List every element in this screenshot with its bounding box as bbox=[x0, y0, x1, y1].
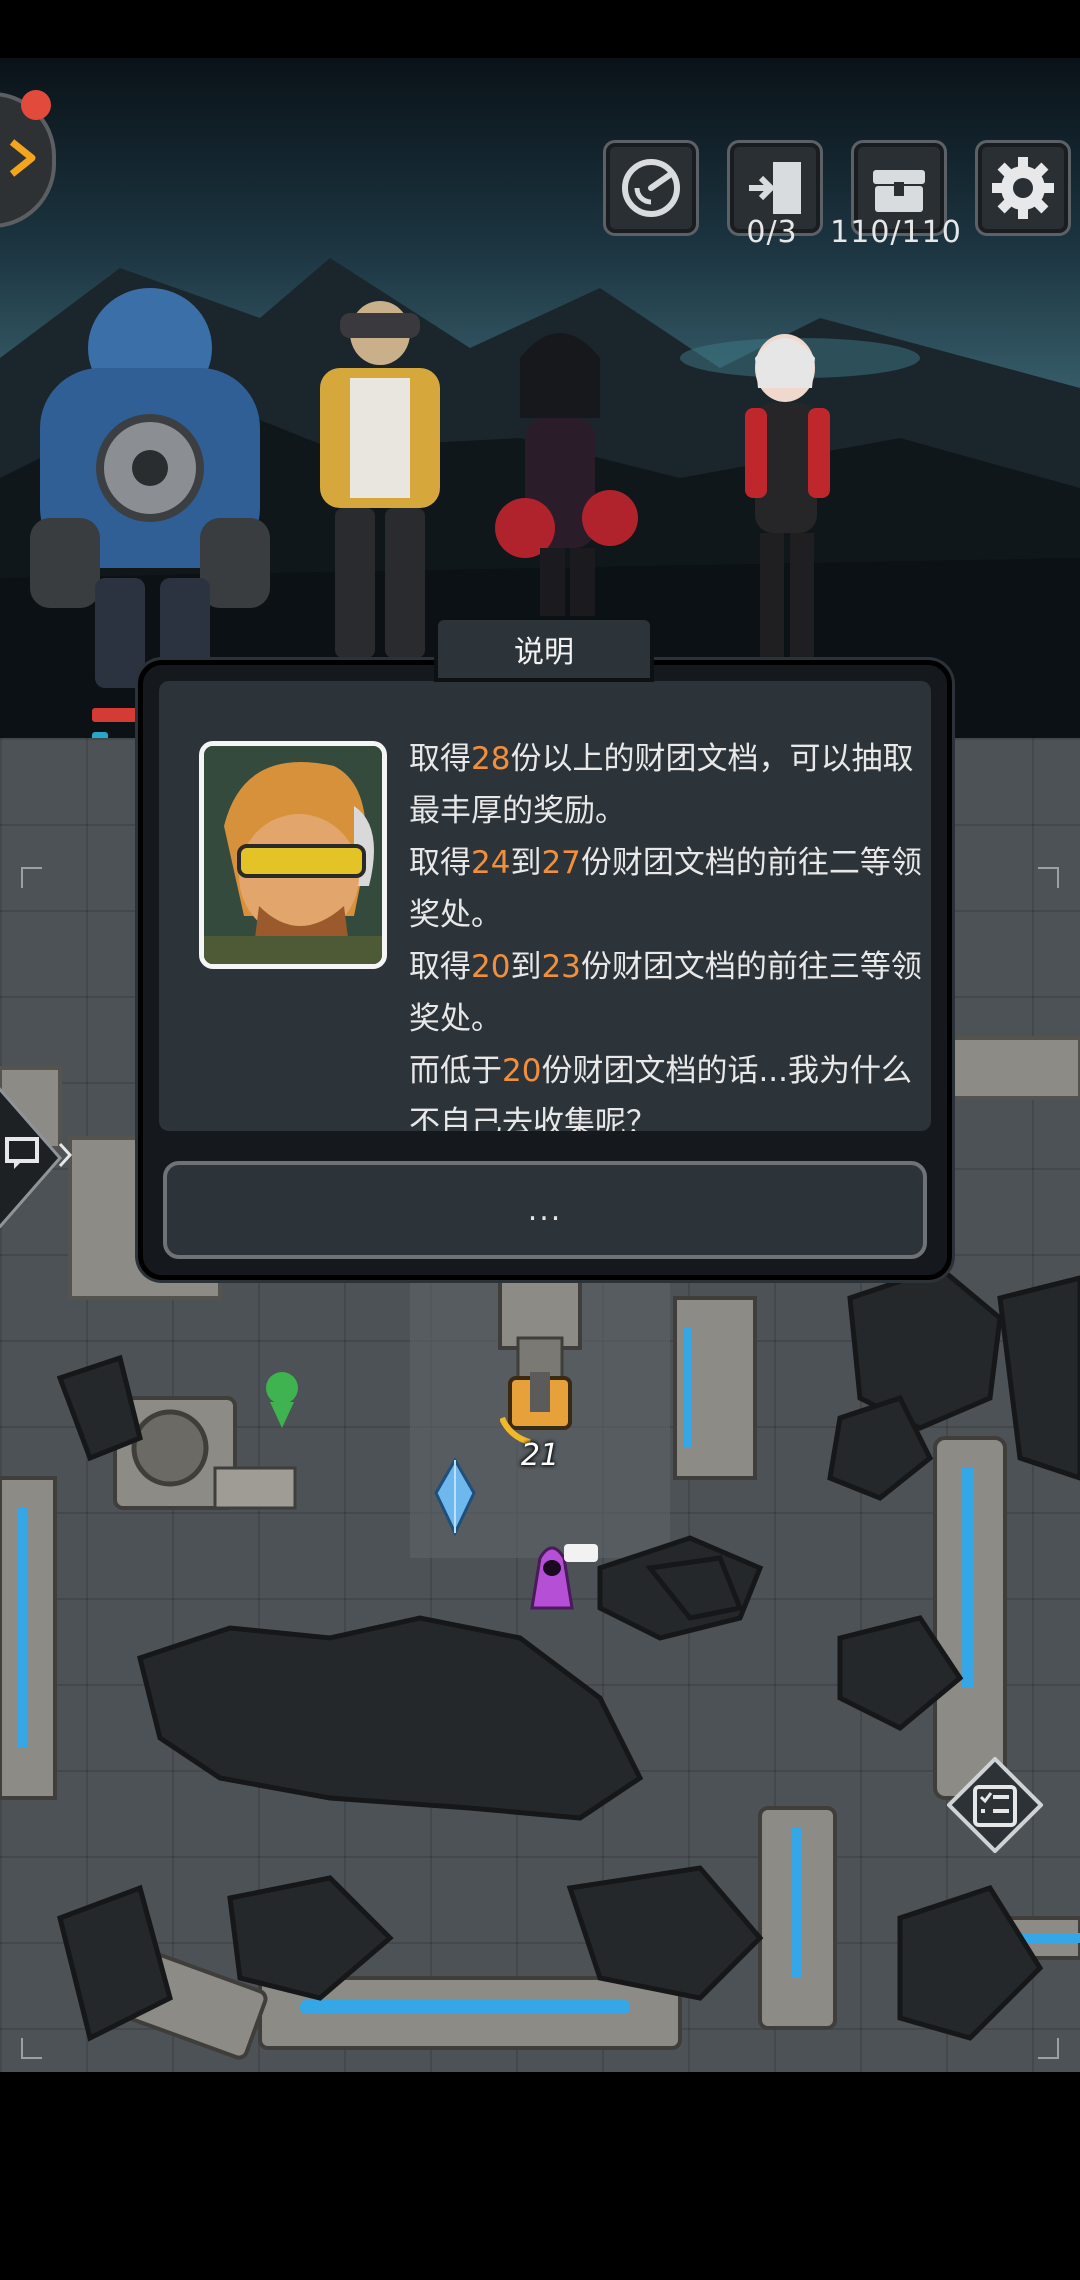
chat-icon bbox=[5, 1137, 39, 1169]
continue-button[interactable]: ... bbox=[163, 1161, 927, 1259]
chat-tab[interactable] bbox=[0, 1078, 78, 1228]
menu-arrow-icon bbox=[9, 139, 36, 177]
hero-brute bbox=[30, 288, 270, 688]
npc-portrait bbox=[199, 741, 387, 969]
quest-list-icon bbox=[946, 1756, 1044, 1854]
chevron-right-icon bbox=[58, 1142, 73, 1168]
chest-count: 110/110 bbox=[830, 215, 962, 250]
radar-button[interactable] bbox=[603, 140, 699, 236]
quest-list-button[interactable] bbox=[946, 1756, 1044, 1854]
notification-dot bbox=[21, 90, 51, 120]
hero-engineer bbox=[320, 301, 440, 658]
hp-bar bbox=[92, 708, 142, 722]
exit-count: 0/3 bbox=[746, 215, 798, 250]
player-avatar[interactable] bbox=[500, 1368, 580, 1448]
radar-icon bbox=[622, 159, 680, 217]
dialog-line-1: 取得28份以上的财团文档，可以抽取最丰厚的奖励。 bbox=[409, 741, 914, 829]
dialog-line-4: 而低于20份财团文档的话...我为什么不自己去收集呢？ bbox=[409, 1053, 913, 1131]
dialog-line-2: 取得24到27份财团文档的前往二等领奖处。 bbox=[409, 845, 922, 933]
exit-door-icon bbox=[749, 162, 801, 214]
info-dialog: 取得28份以上的财团文档，可以抽取最丰厚的奖励。 取得24到27份财团文档的前往… bbox=[138, 660, 952, 1280]
green-npc-marker[interactable] bbox=[252, 1368, 312, 1448]
blue-crystal-icon[interactable] bbox=[430, 1458, 480, 1548]
gear-icon bbox=[992, 157, 1054, 219]
dialog-title: 说明 bbox=[434, 616, 654, 682]
step-counter: 21 bbox=[520, 1438, 560, 1473]
settings-button[interactable] bbox=[975, 140, 1071, 236]
purple-hooded-npc[interactable] bbox=[510, 1538, 600, 1628]
dialog-line-3: 取得20到23份财团文档的前往三等领奖处。 bbox=[409, 949, 922, 1037]
chest-icon bbox=[873, 170, 925, 212]
hero-red-sleeve bbox=[745, 334, 830, 663]
npc-face bbox=[204, 746, 382, 964]
dialog-content: 取得28份以上的财团文档，可以抽取最丰厚的奖励。 取得24到27份财团文档的前往… bbox=[159, 681, 931, 1131]
dialog-text: 取得28份以上的财团文档，可以抽取最丰厚的奖励。 取得24到27份财团文档的前往… bbox=[409, 733, 931, 1131]
